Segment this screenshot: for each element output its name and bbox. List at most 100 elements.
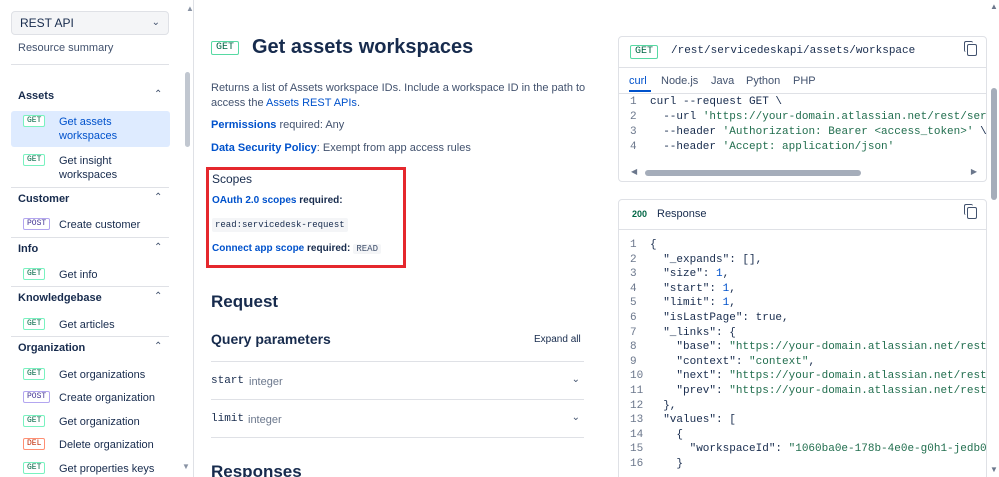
- line-number: 7: [630, 326, 637, 339]
- sidebar-item-get-articles[interactable]: GET Get articles: [11, 315, 170, 333]
- sidebar: REST API ⌄ Resource summary Assets ⌃ GET Ge…: [0, 0, 194, 477]
- chevron-up-icon[interactable]: ⌃: [154, 192, 162, 203]
- api-version-select[interactable]: REST API ⌄: [11, 11, 169, 35]
- permissions-link[interactable]: Permissions: [211, 119, 276, 131]
- tab-php[interactable]: PHP: [793, 75, 816, 87]
- code-token: ,: [808, 355, 816, 368]
- sidebar-item-get-assets[interactable]: GET Get assets workspaces: [11, 111, 170, 147]
- line-number: 5: [630, 297, 637, 310]
- label-line: workspaces: [59, 169, 118, 181]
- chevron-up-icon[interactable]: ⌃: [154, 89, 162, 100]
- code-token: "isLastPage": true,: [650, 312, 789, 324]
- code-text: "values": [: [650, 413, 736, 428]
- sidebar-item-get-insight[interactable]: GET Get insight workspaces: [11, 150, 170, 186]
- active-tab-indicator: [629, 90, 651, 92]
- scrollbar-thumb[interactable]: [991, 88, 997, 200]
- chevron-down-icon[interactable]: ⌄: [572, 374, 580, 385]
- sidebar-item-label: Get articles: [59, 318, 115, 332]
- method-badge: GET: [630, 45, 659, 59]
- code-text: "context": "context",: [650, 355, 815, 370]
- scrollbar-thumb[interactable]: [645, 170, 861, 176]
- copy-icon[interactable]: [964, 204, 977, 219]
- sidebar-item-get-info[interactable]: GET Get info: [11, 265, 170, 283]
- code-token: {: [650, 239, 657, 251]
- line-number: 1: [630, 96, 637, 108]
- code-line: 16 }: [619, 457, 986, 472]
- code-token: 'Accept: application/json': [722, 141, 895, 153]
- connect-app-scope-link[interactable]: Connect app scope: [212, 243, 304, 254]
- code-token: \: [973, 126, 987, 138]
- code-text: "base": "https://your-domain.atlassian.n…: [650, 340, 986, 355]
- description-suffix: .: [356, 97, 360, 109]
- sidebar-item-get-properties-keys[interactable]: GET Get properties keys: [11, 459, 170, 477]
- param-row-start[interactable]: start integer ⌄: [211, 361, 584, 399]
- expand-all-button[interactable]: Expand all: [534, 334, 581, 345]
- request-card-header: GET /rest/servicedeskapi/assets/workspac…: [619, 37, 986, 68]
- scroll-down-arrow-icon[interactable]: ▼: [182, 462, 190, 471]
- code-token: "values": [: [650, 414, 736, 427]
- sidebar-item-get-organization[interactable]: GET Get organization: [11, 412, 170, 430]
- code-text: "start": 1,: [650, 282, 736, 297]
- tab-python[interactable]: Python: [746, 75, 780, 87]
- sidebar-item-get-organizations[interactable]: GET Get organizations: [11, 365, 170, 383]
- data-security-line: Data Security Policy: Exempt from app ac…: [211, 142, 471, 154]
- oauth-scopes-link[interactable]: OAuth 2.0 scopes: [212, 195, 296, 206]
- sidebar-section-assets[interactable]: Assets: [18, 90, 54, 102]
- code-token: 'https://your-domain.atlassian.net/rest/…: [702, 111, 987, 123]
- data-security-policy-link[interactable]: Data Security Policy: [211, 142, 317, 154]
- scroll-up-arrow-icon[interactable]: ▲: [186, 4, 193, 13]
- copy-icon[interactable]: [964, 41, 977, 56]
- sidebar-section-knowledgebase[interactable]: Knowledgebase: [18, 292, 102, 304]
- sidebar-item-label: Get insight workspaces: [59, 154, 117, 182]
- sidebar-scrollbar[interactable]: [185, 72, 190, 147]
- method-badge: GET: [23, 115, 46, 127]
- scopes-heading: Scopes: [212, 172, 253, 186]
- code-text: {: [650, 238, 657, 253]
- sidebar-item-label: Delete organization: [59, 438, 154, 452]
- chevron-up-icon[interactable]: ⌃: [154, 291, 162, 302]
- code-token: }: [650, 458, 684, 470]
- sidebar-item-resource-summary[interactable]: Resource summary: [18, 42, 113, 54]
- oauth-scope-code: read:servicedesk-request: [212, 218, 348, 232]
- oauth-required-text: required:: [296, 195, 343, 206]
- scroll-right-arrow-icon[interactable]: ▶: [971, 167, 977, 176]
- sidebar-item-delete-organization[interactable]: DEL Delete organization: [11, 435, 170, 453]
- sidebar-item-create-customer[interactable]: POST Create customer: [11, 215, 170, 233]
- responses-heading: Responses: [211, 462, 302, 477]
- label-line: Delete organization: [59, 439, 154, 451]
- sidebar-section-info[interactable]: Info: [18, 243, 38, 255]
- code-token: {: [650, 428, 684, 441]
- code-line: 5 "limit": 1,: [619, 296, 986, 311]
- code-token: "_expands": [],: [650, 253, 763, 266]
- sidebar-section-customer[interactable]: Customer: [18, 193, 69, 205]
- method-badge: POST: [23, 391, 51, 403]
- sidebar-item-create-organization[interactable]: POST Create organization: [11, 388, 170, 406]
- sidebar-section-organization[interactable]: Organization: [18, 342, 85, 354]
- code-line: 6 "isLastPage": true,: [619, 311, 986, 326]
- sidebar-item-label: Create customer: [59, 218, 140, 232]
- page-scrollbar[interactable]: ▲ ▼: [988, 0, 999, 477]
- chevron-down-icon: ⌄: [151, 17, 160, 28]
- chevron-up-icon[interactable]: ⌃: [154, 341, 162, 352]
- sidebar-item-label: Get assets workspaces: [59, 115, 117, 143]
- chevron-up-icon[interactable]: ⌃: [154, 242, 162, 253]
- scroll-up-arrow-icon[interactable]: ▲: [990, 2, 998, 11]
- tab-curl[interactable]: curl: [629, 75, 647, 87]
- code-line: 15 "workspaceId": "1060ba0e-178b-4e0e-g0…: [619, 442, 986, 457]
- param-row-limit[interactable]: limit integer ⌄: [211, 399, 584, 437]
- horizontal-scrollbar[interactable]: ◀ ▶: [631, 167, 977, 176]
- tab-nodejs[interactable]: Node.js: [661, 75, 698, 87]
- code-line: 3 --header 'Authorization: Bearer <acces…: [619, 125, 987, 140]
- code-line: 11 "prev": "https://your-domain.atlassia…: [619, 384, 986, 399]
- scroll-down-arrow-icon[interactable]: ▼: [990, 465, 998, 474]
- chevron-down-icon[interactable]: ⌄: [572, 412, 580, 423]
- tab-java[interactable]: Java: [711, 75, 734, 87]
- assets-rest-apis-link[interactable]: Assets REST APIs: [266, 97, 357, 109]
- param-type: integer: [248, 414, 282, 426]
- sidebar-item-label: Get organization: [59, 415, 140, 429]
- code-token: "workspaceId":: [650, 443, 789, 456]
- scroll-left-arrow-icon[interactable]: ◀: [631, 167, 637, 176]
- line-number: 14: [630, 428, 644, 441]
- label-line: Get organizations: [59, 369, 146, 381]
- code-line: 13 "values": [: [619, 413, 986, 428]
